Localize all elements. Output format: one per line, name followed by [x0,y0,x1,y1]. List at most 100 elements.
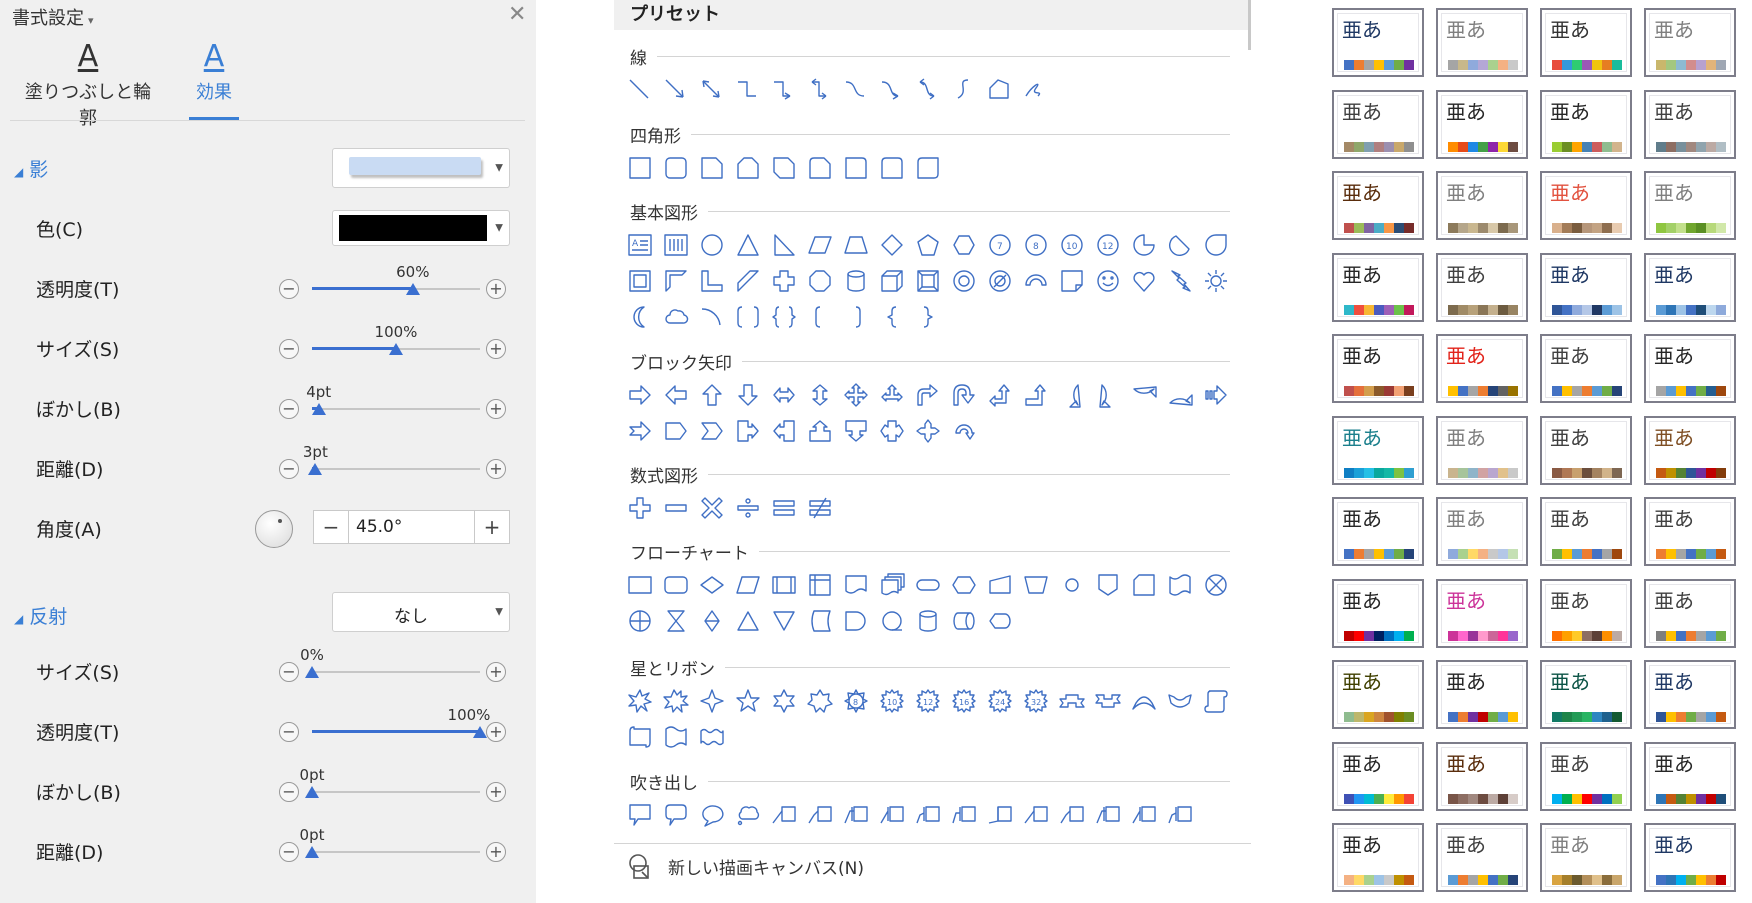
slider-thumb[interactable] [305,846,319,858]
a-striped-shape-icon[interactable] [1202,381,1230,409]
octagon-shape-icon[interactable] [806,267,834,295]
a-bent-up-shape-icon[interactable] [1022,381,1050,409]
curved-ribbon-down-shape-icon[interactable] [1166,687,1194,715]
theme-swatch[interactable]: 亜あ [1332,741,1424,811]
theme-swatch[interactable]: 亜あ [1332,497,1424,566]
theme-swatch[interactable]: 亜あ [1332,578,1424,648]
theme-swatch[interactable]: 亜あ [1644,89,1736,159]
scrollbar[interactable] [1248,0,1251,50]
folded-corner-shape-icon[interactable] [1058,267,1086,295]
theme-swatch[interactable]: 亜あ [1540,741,1632,811]
l-shape-shape-icon[interactable] [698,267,726,295]
minus-icon[interactable]: − [279,662,299,682]
theme-swatch[interactable]: 亜あ [1644,741,1736,811]
textbox-shape-icon[interactable]: A [626,231,654,259]
theme-swatch[interactable]: 亜あ [1644,578,1736,648]
f-merge-shape-icon[interactable] [770,607,798,635]
c-cloud-shape-icon[interactable] [734,801,762,829]
theme-swatch[interactable]: 亜あ [1332,660,1424,729]
theme-swatch[interactable]: 亜あ [1332,823,1424,892]
moon-shape-icon[interactable] [626,303,654,331]
reflection-preset-dropdown[interactable]: なし ▼ [332,592,510,632]
f-manual-op-shape-icon[interactable] [1022,571,1050,599]
star24-shape-icon[interactable]: 24 [986,687,1014,715]
f-or-shape-icon[interactable] [626,607,654,635]
c-oval-shape-icon[interactable] [698,801,726,829]
snip2-shape-icon[interactable] [734,154,762,182]
arrow-line-shape-icon[interactable] [662,76,690,104]
left-bracket-shape-icon[interactable] [806,303,834,331]
c-accent2-shape-icon[interactable] [914,801,942,829]
cube-shape-icon[interactable] [878,267,906,295]
callout-l-shape-icon[interactable] [770,417,798,445]
f-delay-shape-icon[interactable] [842,607,870,635]
minus-icon[interactable]: − [279,782,299,802]
shadow-color-dropdown[interactable]: ▼ [332,210,510,246]
theme-swatch[interactable]: 亜あ [1436,415,1528,485]
f-data-shape-icon[interactable] [734,571,762,599]
theme-swatch[interactable]: 亜あ [1644,8,1736,77]
minus-icon[interactable]: − [279,399,299,419]
equal-shape-icon[interactable] [770,494,798,522]
dbl-brace-shape-icon[interactable] [770,303,798,331]
c-accent1-shape-icon[interactable] [878,801,906,829]
cross-shape-icon[interactable] [770,267,798,295]
theme-swatch[interactable]: 亜あ [1540,660,1632,729]
minus-button[interactable]: − [314,511,349,543]
n8-shape-icon[interactable]: 8 [1022,231,1050,259]
pent-arrow-shape-icon[interactable] [662,417,690,445]
c-line1-shape-icon[interactable] [1022,801,1050,829]
theme-swatch[interactable]: 亜あ [1436,252,1528,322]
arc-shape-icon[interactable] [698,303,726,331]
plus-icon[interactable]: + [486,782,506,802]
c-border1-shape-icon[interactable] [986,801,1014,829]
block-arc-shape-icon[interactable] [1022,267,1050,295]
f-connector-shape-icon[interactable] [1058,571,1086,599]
pentagon-shape-icon[interactable] [914,231,942,259]
c-line3-shape-icon[interactable] [842,801,870,829]
f-decision-shape-icon[interactable] [698,571,726,599]
theme-swatch[interactable]: 亜あ [1436,334,1528,403]
slider-thumb[interactable] [308,463,323,475]
f-sort-shape-icon[interactable] [698,607,726,635]
n7-shape-icon[interactable]: 7 [986,231,1014,259]
n10-shape-icon[interactable]: 10 [1058,231,1086,259]
a-curved-d-shape-icon[interactable] [1166,381,1194,409]
a-down-shape-icon[interactable] [734,381,762,409]
f-alt-proc-shape-icon[interactable] [662,571,690,599]
parallelogram-shape-icon[interactable] [806,231,834,259]
angle-dial[interactable] [255,510,293,548]
theme-swatch[interactable]: 亜あ [1436,578,1528,648]
heart-shape-icon[interactable] [1130,267,1158,295]
minus-icon[interactable]: − [279,459,299,479]
sun-shape-icon[interactable] [1202,267,1230,295]
trapezoid-shape-icon[interactable] [842,231,870,259]
theme-swatch[interactable]: 亜あ [1644,415,1736,485]
c-line3-shape-icon[interactable] [1094,801,1122,829]
theme-swatch[interactable]: 亜あ [1644,252,1736,322]
reflection-size-slider[interactable]: − 0% + [279,646,506,686]
shadow-preset-dropdown[interactable]: ▼ [332,148,510,188]
f-collate-shape-icon[interactable] [662,607,690,635]
c-line1-shape-icon[interactable] [770,801,798,829]
shadow-distance-slider[interactable]: − 3pt + [279,443,506,483]
theme-swatch[interactable]: 亜あ [1332,8,1424,77]
f-display-shape-icon[interactable] [986,607,1014,635]
star5-shape-icon[interactable] [734,687,762,715]
theme-swatch[interactable]: 亜あ [1436,823,1528,892]
f-doc-shape-icon[interactable] [842,571,870,599]
round2-shape-icon[interactable] [878,154,906,182]
plus-icon[interactable]: + [486,459,506,479]
theme-swatch[interactable]: 亜あ [1436,8,1528,77]
teardrop-shape-icon[interactable] [1202,231,1230,259]
f-card-shape-icon[interactable] [1130,571,1158,599]
slider-thumb[interactable] [389,343,403,355]
star7-shape-icon[interactable] [806,687,834,715]
plus-shape-icon[interactable] [626,494,654,522]
elbow-shape-icon[interactable] [734,76,762,104]
star16-shape-icon[interactable]: 16 [950,687,978,715]
angle-value[interactable]: 45.0° [356,517,402,537]
f-stored-shape-icon[interactable] [806,607,834,635]
minus-icon[interactable]: − [279,339,299,359]
star12-shape-icon[interactable]: 12 [914,687,942,715]
